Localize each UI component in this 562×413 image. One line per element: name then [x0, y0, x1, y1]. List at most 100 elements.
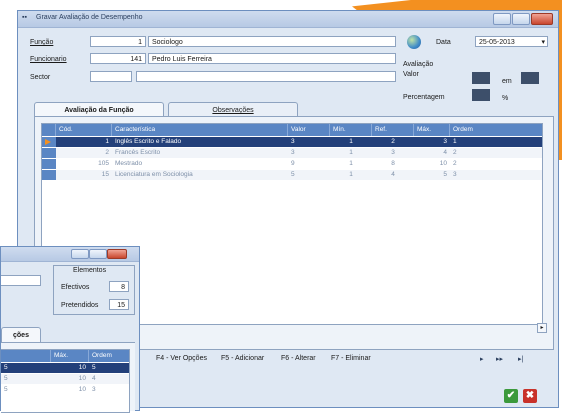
tab-observacoes[interactable]: Observações: [168, 102, 298, 117]
table-cell-cod: 1: [105, 138, 109, 145]
bg-table-cell-a: 5: [4, 386, 8, 393]
elementos-label: Elementos: [73, 267, 107, 274]
percent-sign: %: [502, 95, 509, 102]
nav-end-button[interactable]: ▸|: [518, 355, 523, 363]
bg-header-ordem[interactable]: Ordem: [89, 350, 129, 362]
table-row[interactable]: 2 Francês Escrito 3 1 3 4 2: [42, 148, 542, 158]
table-cell-max: 4: [443, 149, 447, 156]
em-label: em: [502, 78, 512, 85]
sector-code-input[interactable]: [90, 71, 132, 82]
pretendidos-input[interactable]: 15: [109, 299, 129, 310]
maximize-button[interactable]: [512, 13, 530, 25]
row-pointer-icon: [45, 139, 51, 145]
window-title: Gravar Avaliação de Desempenho: [36, 14, 143, 21]
table-cell-ref: 8: [391, 160, 395, 167]
sector-name-input[interactable]: [136, 71, 396, 82]
data-label: Data: [436, 39, 451, 46]
table-cell-cod: 15: [101, 171, 109, 178]
table-cell-cod: 105: [98, 160, 109, 167]
table-cell-ord: 3: [453, 171, 457, 178]
minimize-button[interactable]: [493, 13, 511, 25]
f5-adicionar[interactable]: F5 - Adicionar: [221, 355, 264, 362]
tab-avaliacao-funcao[interactable]: Avaliação da Função: [34, 102, 164, 117]
cancel-button[interactable]: ✖: [523, 389, 537, 403]
bg-table-cell-a: 5: [4, 375, 8, 382]
f6-alterar[interactable]: F6 - Alterar: [281, 355, 316, 362]
efectivos-input[interactable]: 8: [109, 281, 129, 292]
efectivos-label: Efectivos: [61, 284, 90, 291]
funcao-code-input[interactable]: 1: [90, 36, 146, 47]
bg-table-header: Máx. Ordem: [1, 350, 129, 362]
pretendidos-label: Pretendidos: [61, 302, 99, 309]
funcao-name-input[interactable]: Sociologo: [148, 36, 396, 47]
bg-header-max[interactable]: Máx.: [51, 350, 89, 362]
table-cell-valor: 3: [291, 138, 295, 145]
bg-table-cell-max: 10: [78, 386, 86, 393]
bg-tab-panel: Máx. Ordem 5 10 5 5 10 4 5 10 3: [1, 342, 135, 413]
table-cell-car: Inglês Escrito e Falado: [115, 138, 182, 145]
table-cell-car: Licenciatura em Sociologia: [115, 171, 193, 178]
scroll-right-button[interactable]: ▸: [537, 323, 547, 333]
header-indicator: [42, 124, 56, 136]
table-cell-min: 1: [349, 160, 353, 167]
funcionario-code-input[interactable]: 141: [90, 53, 146, 64]
table-cell-ref: 4: [391, 171, 395, 178]
f4-ver-opcoes[interactable]: F4 - Ver Opções: [156, 355, 207, 362]
row-indicator[interactable]: [42, 170, 56, 180]
funcionario-name-input[interactable]: Pedro Luis Ferreira: [148, 53, 396, 64]
header-ordem[interactable]: Ordem: [450, 124, 542, 136]
header-valor[interactable]: Valor: [288, 124, 330, 136]
close-icon: ✖: [525, 390, 535, 401]
header-cod[interactable]: Cód.: [56, 124, 112, 136]
sector-label: Sector: [30, 74, 51, 81]
globe-icon[interactable]: [407, 35, 421, 49]
percentagem-label: Percentagem: [403, 94, 445, 101]
table-cell-min: 1: [349, 149, 353, 156]
funcionario-label: Funcionario: [30, 56, 67, 63]
valor-label: Valor: [403, 71, 419, 78]
bg-table-cell-max: 10: [78, 364, 86, 371]
table-cell-car: Mestrado: [115, 160, 143, 167]
bg-table-row[interactable]: 5 10 3: [1, 385, 129, 395]
header-caracteristica[interactable]: Característica: [112, 124, 288, 136]
bg-table-cell-max: 10: [78, 375, 86, 382]
date-input[interactable]: 25-05-2013 ▾: [475, 36, 548, 47]
table-row[interactable]: 1 Inglês Escrito e Falado 3 1 2 3 1: [42, 137, 542, 147]
background-title-bar: [1, 247, 139, 262]
table-cell-max: 10: [439, 160, 447, 167]
ok-button[interactable]: ✔: [504, 389, 518, 403]
table-cell-ref: 3: [391, 149, 395, 156]
bg-tab-opcoes[interactable]: ções: [1, 327, 41, 342]
row-indicator[interactable]: [42, 148, 56, 158]
table-cell-ord: 1: [453, 138, 457, 145]
header-ref[interactable]: Ref.: [372, 124, 414, 136]
table-cell-cod: 2: [105, 149, 109, 156]
table-row[interactable]: 15 Licenciatura em Sociologia 5 1 4 5 3: [42, 170, 542, 180]
bg-field[interactable]: [1, 275, 41, 286]
table-cell-max: 5: [443, 171, 447, 178]
bg-close-button[interactable]: [107, 249, 127, 259]
bg-table-row[interactable]: 5 10 4: [1, 374, 129, 384]
bg-minimize-button[interactable]: [71, 249, 89, 259]
bg-maximize-button[interactable]: [89, 249, 107, 259]
bg-table-cell-a: 5: [4, 364, 8, 371]
row-indicator[interactable]: [42, 159, 56, 169]
table-cell-valor: 5: [291, 171, 295, 178]
row-indicator[interactable]: [42, 137, 56, 147]
close-window-button[interactable]: [531, 13, 553, 25]
table-cell-min: 1: [349, 138, 353, 145]
f7-eliminar[interactable]: F7 - Eliminar: [331, 355, 371, 362]
header-max[interactable]: Máx.: [414, 124, 450, 136]
bg-table-row[interactable]: 5 10 5: [1, 363, 129, 373]
table-row[interactable]: 105 Mestrado 9 1 8 10 2: [42, 159, 542, 169]
chevron-down-icon[interactable]: ▾: [541, 37, 545, 46]
table-cell-valor: 9: [291, 160, 295, 167]
bg-table-cell-ord: 3: [92, 386, 96, 393]
table-cell-valor: 3: [291, 149, 295, 156]
checkmark-icon: ✔: [506, 390, 516, 401]
nav-last-button[interactable]: ▸▸: [496, 355, 503, 363]
percentagem-field: [472, 89, 490, 101]
background-window: Elementos Efectivos 8 Pretendidos 15 çõe…: [0, 246, 140, 413]
header-min[interactable]: Mín.: [330, 124, 372, 136]
nav-next-button[interactable]: ▸: [480, 355, 484, 363]
